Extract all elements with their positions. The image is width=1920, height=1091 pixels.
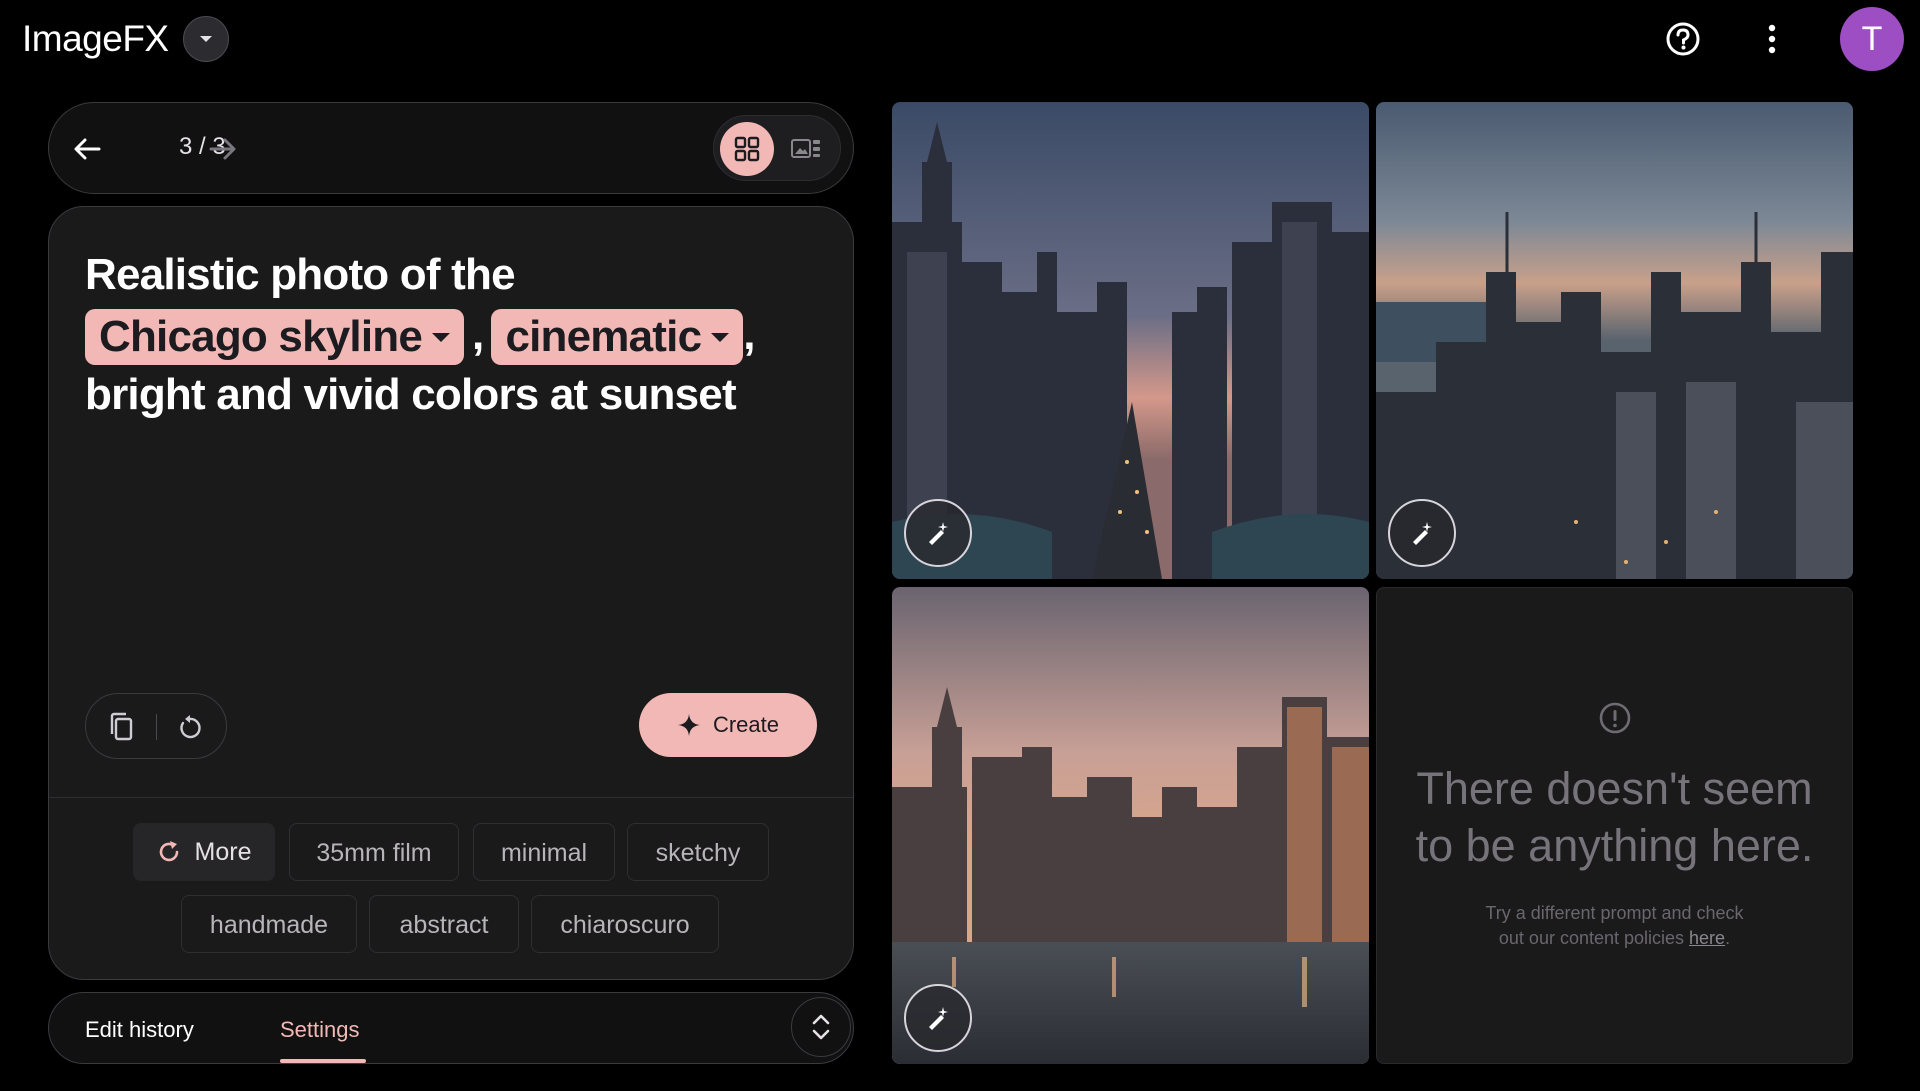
avatar[interactable]: T bbox=[1840, 7, 1904, 71]
app-title: ImageFX bbox=[22, 18, 169, 59]
more-label: More bbox=[194, 838, 252, 866]
edit-image-button[interactable] bbox=[904, 984, 972, 1052]
chevron-down-icon bbox=[711, 332, 730, 342]
more-vert-icon bbox=[1768, 24, 1776, 54]
view-toggle bbox=[713, 115, 841, 181]
prompt-text-segment: , bbox=[743, 310, 755, 359]
refresh-icon bbox=[159, 841, 178, 862]
chip-label: cinematic bbox=[505, 312, 702, 362]
edit-image-button[interactable] bbox=[1388, 499, 1456, 567]
suggestion-chip[interactable]: sketchy bbox=[627, 823, 769, 881]
create-label: Create bbox=[712, 712, 780, 737]
app-menu-button[interactable] bbox=[182, 16, 229, 62]
skyline-image bbox=[892, 587, 1369, 1064]
arrow-back-icon bbox=[74, 138, 101, 160]
chevron-down-icon bbox=[199, 36, 212, 42]
prompt-card: Realistic photo of the Chicago skyline ,… bbox=[48, 206, 854, 980]
history-navigation: 3 / 3 bbox=[48, 102, 854, 194]
empty-title-line: There doesn't seem bbox=[1416, 763, 1813, 814]
arrow-forward-icon bbox=[209, 138, 236, 160]
chip-label: Chicago skyline bbox=[99, 312, 423, 362]
previous-button[interactable] bbox=[63, 125, 111, 173]
empty-sub-line: out our content policies bbox=[1498, 928, 1690, 948]
divider bbox=[49, 797, 853, 798]
prompt-chip-style[interactable]: cinematic bbox=[491, 309, 744, 366]
suggestion-chip[interactable]: minimal bbox=[473, 823, 615, 881]
sparkle-icon bbox=[677, 714, 700, 736]
more-suggestions-button[interactable]: More bbox=[133, 823, 275, 881]
generated-image-2[interactable] bbox=[1376, 102, 1853, 579]
empty-result-tile: There doesn't seem to be anything here. … bbox=[1376, 587, 1853, 1064]
empty-sub-line: . bbox=[1725, 928, 1731, 948]
magic-wand-icon bbox=[929, 1007, 948, 1030]
suggestion-chip[interactable]: handmade bbox=[181, 895, 357, 953]
single-view-icon bbox=[791, 139, 820, 158]
reset-button[interactable] bbox=[170, 707, 210, 747]
prompt-text-segment: bright and vivid colors at sunset bbox=[85, 370, 737, 420]
empty-sub-line: Try a different prompt and check bbox=[1485, 903, 1744, 923]
empty-state-title: There doesn't seem to be anything here. bbox=[1377, 760, 1852, 874]
grid-view-button[interactable] bbox=[720, 122, 774, 176]
active-tab-indicator bbox=[280, 1059, 366, 1063]
next-button[interactable] bbox=[199, 125, 247, 173]
prompt-tools bbox=[85, 693, 227, 759]
skyline-image bbox=[1376, 102, 1853, 579]
help-icon bbox=[1666, 22, 1700, 56]
single-view-button[interactable] bbox=[786, 130, 826, 168]
skyline-image bbox=[892, 102, 1369, 579]
empty-title-line: to be anything here. bbox=[1415, 820, 1814, 871]
app-brand: ImageFX bbox=[22, 14, 229, 64]
create-button[interactable]: Create bbox=[639, 693, 817, 757]
prompt-chip-subject[interactable]: Chicago skyline bbox=[85, 309, 465, 366]
suggestion-chip[interactable]: chiaroscuro bbox=[531, 895, 719, 953]
edit-image-button[interactable] bbox=[904, 499, 972, 567]
expand-panel-button[interactable] bbox=[791, 997, 851, 1057]
prompt-text-segment: , bbox=[472, 310, 484, 359]
error-icon bbox=[1599, 702, 1631, 734]
empty-state-subtitle: Try a different prompt and check out our… bbox=[1377, 901, 1852, 951]
unfold-icon bbox=[812, 1014, 830, 1040]
magic-wand-icon bbox=[929, 522, 948, 545]
copy-button[interactable] bbox=[102, 707, 142, 747]
divider bbox=[156, 714, 157, 740]
copy-icon bbox=[110, 712, 133, 741]
suggestion-chip[interactable]: abstract bbox=[369, 895, 519, 953]
tab-edit-history[interactable]: Edit history bbox=[85, 1017, 194, 1043]
generated-image-1[interactable] bbox=[892, 102, 1369, 579]
tab-settings[interactable]: Settings bbox=[280, 1017, 360, 1043]
magic-wand-icon bbox=[1413, 522, 1432, 545]
generated-image-3[interactable] bbox=[892, 587, 1369, 1064]
grid-view-icon bbox=[734, 136, 760, 162]
content-policy-link[interactable]: here bbox=[1689, 928, 1725, 948]
prompt-editor[interactable]: Realistic photo of the Chicago skyline ,… bbox=[85, 245, 825, 425]
chevron-down-icon bbox=[432, 332, 451, 342]
prompt-text-segment: Realistic photo of the bbox=[85, 250, 516, 299]
reset-icon bbox=[180, 715, 201, 739]
suggestion-chip[interactable]: 35mm film bbox=[289, 823, 459, 881]
bottom-tabs: Edit history Settings bbox=[48, 992, 854, 1064]
more-options-button[interactable] bbox=[1747, 14, 1797, 64]
help-button[interactable] bbox=[1658, 14, 1708, 64]
